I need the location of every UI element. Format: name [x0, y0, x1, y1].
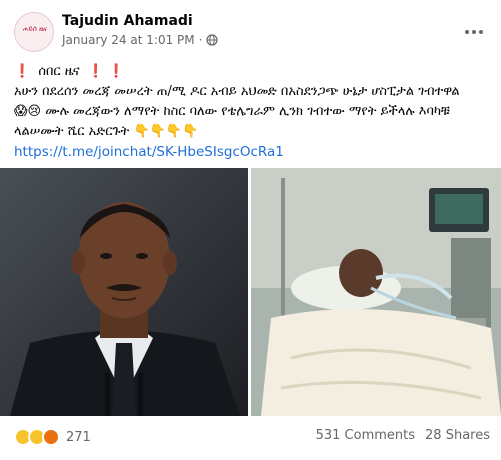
dot: [472, 30, 476, 34]
post-images: [0, 168, 501, 416]
shares-count[interactable]: 28 Shares: [425, 428, 490, 443]
pointing-down-emoji: 👇👇👇👇: [133, 124, 199, 139]
photo-man-portrait[interactable]: [0, 168, 248, 416]
post-text: ❗ ሰበር ዜና ❗ ❗ አሁን በደረሰን መረጃ መሠረት ጠ/ሚ ዶር አ…: [14, 62, 490, 162]
photo-hospital-bed[interactable]: [251, 168, 501, 416]
avatar-logo-text: ሐይሰ ዜና: [22, 25, 48, 33]
facebook-post: ሐይሰ ዜና Tajudin Ahamadi January 24 at 1:0…: [0, 0, 501, 460]
meta-separator: ·: [198, 33, 203, 47]
portrait-illustration: [0, 168, 248, 416]
three-dots-icon: [465, 30, 469, 34]
hospital-illustration: [251, 168, 501, 416]
scared-crying-emoji: 😱😢: [14, 104, 42, 119]
reaction-count: 271: [66, 429, 91, 445]
telegram-link[interactable]: https://t.me/joinchat/SK-HbeSIsgcOcRa1: [14, 142, 490, 162]
exclamation-icon: ❗: [87, 64, 104, 79]
headline: ሰበር ዜና: [38, 64, 80, 79]
author-name[interactable]: Tajudin Ahamadi: [62, 13, 193, 29]
avatar[interactable]: ሐይሰ ዜና: [14, 12, 54, 52]
globe-icon: [206, 34, 219, 46]
body-line-2: ሙሉ መረጃውን ለማየት ከስር ባለው የቴሌግራም ሊንክ ገብተው ማየ…: [45, 104, 450, 119]
body-line-3: ላልሠሙት ሼር አድርጉት: [14, 124, 130, 139]
angry-reaction-icon: [42, 428, 60, 446]
body-line-1: አሁን በደረሰን መረጃ መሠረት ጠ/ሚ ዶር አብይ አህመድ በአስደን…: [14, 84, 460, 99]
comments-count[interactable]: 531 Comments: [316, 428, 415, 443]
post-footer: 271 531 Comments 28 Shares: [14, 428, 490, 448]
exclamation-icon: ❗: [14, 64, 31, 79]
body-line-3-wrapper: ላልሠሙት ሼር አድርጉት 👇👇👇👇: [14, 122, 490, 142]
body-line-2-wrapper: 😱😢 ሙሉ መረጃውን ለማየት ከስር ባለው የቴሌግራም ሊንክ ገብተው…: [14, 102, 490, 122]
dot: [479, 30, 483, 34]
post-header: ሐይሰ ዜና Tajudin Ahamadi January 24 at 1:0…: [14, 12, 494, 52]
more-options-button[interactable]: [460, 18, 488, 46]
post-timestamp[interactable]: January 24 at 1:01 PM: [62, 33, 195, 47]
exclamation-icon: ❗: [108, 64, 125, 79]
headline-line: ❗ ሰበር ዜና ❗ ❗: [14, 62, 490, 82]
engagement-stats: 531 Comments 28 Shares: [316, 428, 490, 443]
reactions-summary[interactable]: 271: [14, 428, 91, 446]
post-meta: January 24 at 1:01 PM ·: [62, 33, 219, 47]
